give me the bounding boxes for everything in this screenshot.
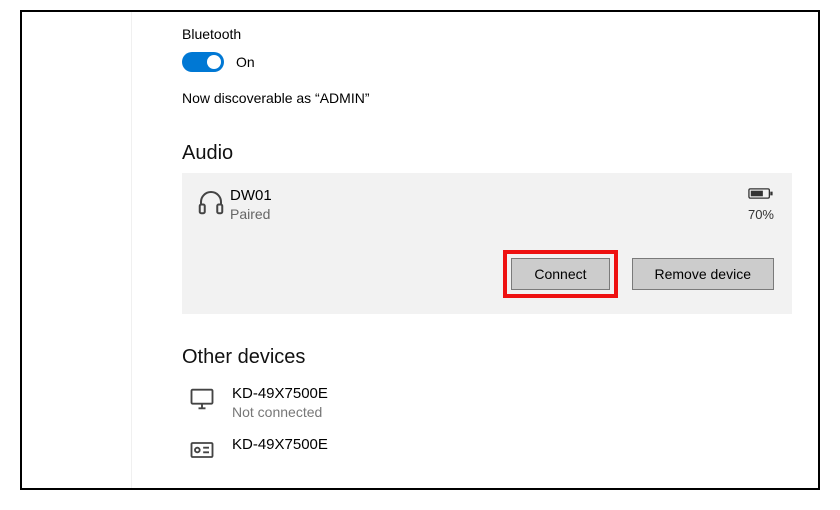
- audio-device-card[interactable]: DW01 Paired 70% Connect: [182, 173, 792, 314]
- device-name: DW01: [230, 187, 748, 204]
- other-device-name: KD-49X7500E: [232, 385, 328, 402]
- bluetooth-label: Bluetooth: [182, 26, 818, 42]
- audio-heading: Audio: [182, 142, 818, 165]
- other-device-name: KD-49X7500E: [232, 436, 328, 453]
- discoverable-text: Now discoverable as “ADMIN”: [182, 90, 818, 106]
- list-item[interactable]: KD-49X7500E: [182, 428, 792, 475]
- list-item[interactable]: KD-49X7500E Not connected: [182, 377, 792, 428]
- bluetooth-toggle[interactable]: [182, 52, 224, 72]
- bluetooth-toggle-row: On: [182, 52, 818, 72]
- settings-window: Bluetooth On Now discoverable as “ADMIN”…: [20, 10, 820, 490]
- connect-button[interactable]: Connect: [511, 258, 609, 290]
- device-status: Paired: [230, 206, 748, 222]
- remove-device-button[interactable]: Remove device: [632, 258, 775, 290]
- battery-percent: 70%: [748, 207, 774, 222]
- battery-icon: [748, 187, 774, 203]
- bluetooth-settings-panel: Bluetooth On Now discoverable as “ADMIN”…: [132, 12, 818, 488]
- other-devices-heading: Other devices: [182, 346, 818, 369]
- monitor-icon: [188, 385, 218, 416]
- headphones-icon: [196, 187, 230, 220]
- sidebar-placeholder: [22, 12, 132, 488]
- bluetooth-toggle-state: On: [236, 54, 255, 70]
- other-device-status: Not connected: [232, 404, 328, 420]
- highlight-box: Connect: [503, 250, 617, 298]
- media-device-icon: [188, 436, 218, 467]
